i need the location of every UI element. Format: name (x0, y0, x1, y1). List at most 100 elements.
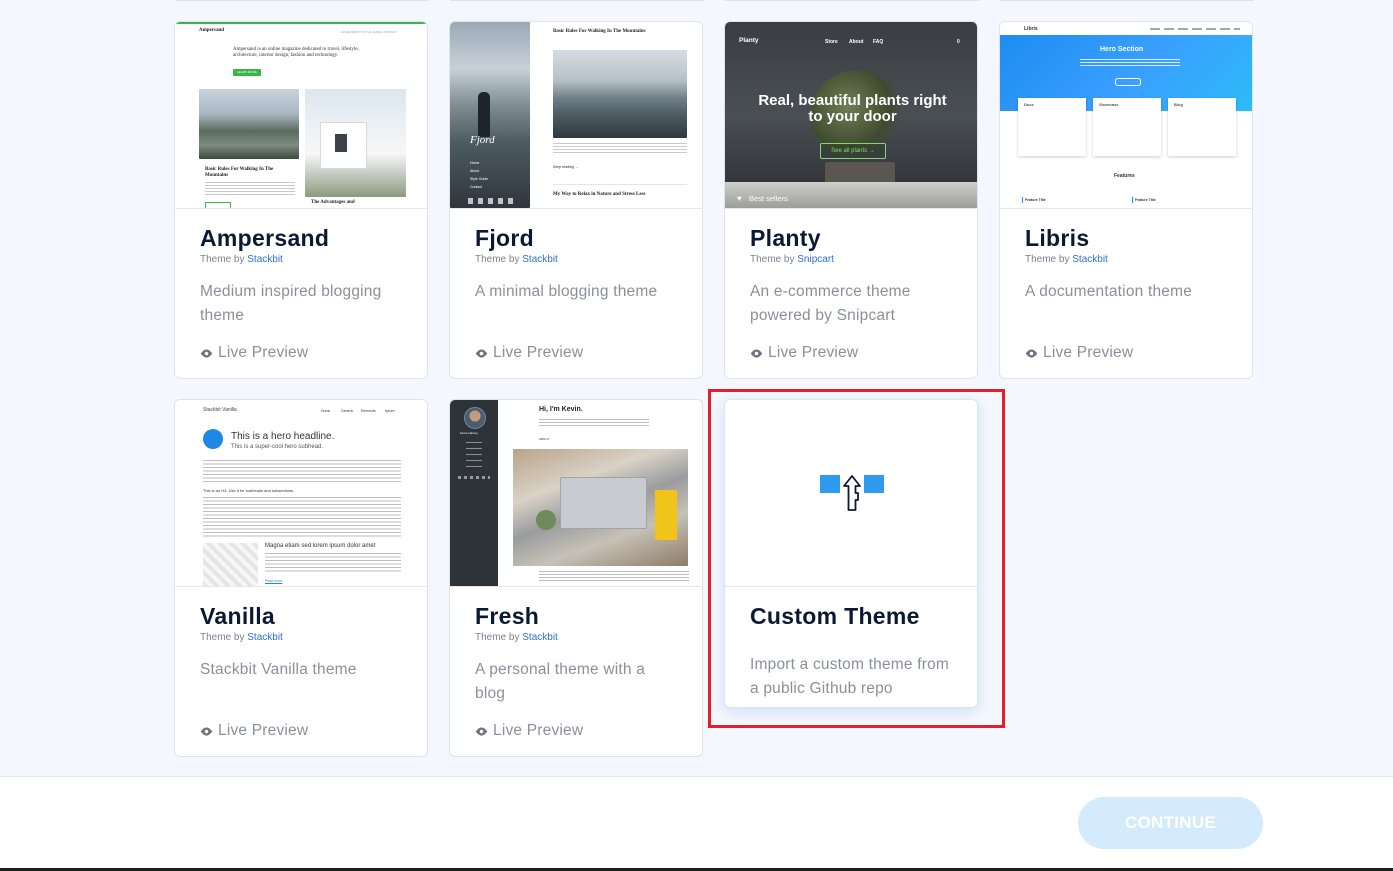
author-link[interactable]: Stackbit (522, 254, 558, 265)
live-preview-link[interactable]: Live Preview (1025, 344, 1133, 362)
theme-title: Libris (1025, 225, 1090, 251)
thumb-nav (1150, 28, 1240, 30)
eye-icon (200, 726, 213, 736)
thumb-plant (536, 510, 556, 530)
theme-card-fjord[interactable]: Fjord Home About Style Guide Contact Bas… (449, 21, 703, 379)
live-preview-label: Live Preview (493, 344, 584, 361)
thumb-nav-store: Store (825, 39, 838, 45)
live-preview-link[interactable]: Live Preview (750, 344, 858, 362)
thumb-post-title-2: My Way to Relax in Nature and Stress Les… (553, 192, 646, 197)
byline-prefix: Theme by (200, 254, 245, 265)
thumb-social-icons (468, 198, 516, 204)
author-link[interactable]: Stackbit (247, 254, 283, 265)
thumb-card-showcase: Showcase (1093, 98, 1161, 156)
live-preview-link[interactable]: Live Preview (200, 344, 308, 362)
thumb-feature-item-1: Feature Title (1022, 197, 1046, 203)
thumb-menu-2: About (470, 169, 480, 173)
live-preview-label: Live Preview (493, 722, 584, 739)
theme-card-ampersand[interactable]: Ampersand HOME ABOUT STYLE GUIDE CONTACT… (174, 21, 428, 379)
theme-thumbnail-fjord: Fjord Home About Style Guide Contact Bas… (450, 22, 702, 209)
thumb-feature-item-2: Feature Title (1132, 197, 1156, 203)
theme-byline: Theme by Stackbit (475, 632, 677, 643)
thumb-hero-title: Hero Section (1100, 46, 1144, 53)
thumb-post-text (265, 553, 401, 573)
eye-icon (200, 348, 213, 358)
theme-description: An e-commerce theme powered by Snipcart (750, 283, 911, 324)
thumb-brand: Fjord (470, 134, 495, 146)
thumb-body-text (203, 460, 401, 482)
live-preview-link[interactable]: Live Preview (475, 722, 583, 740)
thumb-avatar (464, 407, 486, 429)
card-top-edge (1000, 0, 1254, 1)
thumb-features-title: Features (1114, 173, 1135, 179)
live-preview-label: Live Preview (1043, 344, 1134, 361)
thumb-book (655, 490, 677, 540)
thumb-caption (539, 571, 689, 583)
thumb-cta-button: See all plants → (820, 143, 886, 159)
thumb-heart-icon: ♥ (737, 194, 742, 203)
author-link[interactable]: Stackbit (522, 632, 558, 643)
theme-byline: Theme by Snipcart (750, 254, 952, 265)
thumb-intro-text (539, 419, 649, 427)
theme-description: A personal theme with a blog (475, 661, 646, 702)
card-top-edge (725, 0, 979, 1)
thumb-post-excerpt (205, 182, 295, 196)
byline-prefix: Theme by (1025, 254, 1070, 265)
card-top-edge (450, 0, 704, 1)
thumb-read-more (205, 202, 231, 208)
thumb-post-title: Basic Rules For Walking In The Mountains (553, 29, 646, 34)
continue-button[interactable]: CONTINUE (1078, 797, 1263, 849)
theme-title: Vanilla (200, 603, 275, 629)
theme-thumbnail-vanilla: Stackbit Vanilla Home Generic Elements I… (175, 400, 427, 587)
eye-icon (1025, 348, 1038, 358)
byline-prefix: Theme by (200, 632, 245, 643)
author-link[interactable]: Stackbit (247, 632, 283, 643)
eye-icon (475, 726, 488, 736)
thumb-menu-4: Contact (470, 185, 483, 189)
author-link[interactable]: Snipcart (797, 254, 834, 265)
live-preview-label: Live Preview (218, 722, 309, 739)
theme-card-libris[interactable]: Libris Hero Section Docs Showcase Blog F… (999, 21, 1253, 379)
eye-icon (750, 348, 763, 358)
thumb-plant-pot (825, 162, 895, 184)
thumb-hero-icon (203, 429, 223, 449)
thumb-brand: Ampersand (199, 28, 225, 33)
theme-card-fresh[interactable]: Kevin Harvey Hi, I'm Kevin. ABOUT Fresh … (449, 399, 703, 757)
theme-thumbnail-libris: Libris Hero Section Docs Showcase Blog F… (1000, 22, 1252, 209)
thumb-nav-ipsum: Ipsum (385, 409, 395, 413)
theme-title: Fresh (475, 603, 540, 629)
thumb-nav-about: About (849, 39, 864, 45)
thumb-photo-cliff (199, 89, 299, 159)
thumb-sidebar-social (458, 476, 490, 479)
theme-description: A documentation theme (1025, 283, 1193, 300)
theme-card-custom[interactable]: Custom Theme Import a custom theme from … (724, 399, 978, 708)
thumb-hero-text: Real, beautiful plants right to your doo… (758, 92, 947, 125)
thumb-body-text-2 (203, 497, 401, 537)
thumb-post-title-2: The Advantages and (311, 200, 355, 205)
thumb-hero-headline: This is a hero headline. (231, 431, 335, 442)
import-cursor-icon (820, 475, 884, 511)
theme-thumbnail-ampersand: Ampersand HOME ABOUT STYLE GUIDE CONTACT… (175, 22, 427, 209)
thumb-sidebar-photo (450, 22, 530, 208)
author-link[interactable]: Stackbit (1072, 254, 1108, 265)
theme-card-vanilla[interactable]: Stackbit Vanilla Home Generic Elements I… (174, 399, 428, 757)
thumb-hero-button (1115, 78, 1141, 86)
theme-byline: Theme by Stackbit (200, 254, 402, 265)
thumb-laptop (560, 477, 647, 529)
live-preview-label: Live Preview (768, 344, 859, 361)
live-preview-link[interactable]: Live Preview (475, 344, 583, 362)
theme-title: Fjord (475, 225, 534, 251)
thumb-post-image (203, 543, 258, 586)
thumb-hello: Hi, I'm Kevin. (539, 406, 583, 413)
theme-description: Medium inspired blogging theme (200, 283, 382, 324)
theme-description: Stackbit Vanilla theme (200, 661, 357, 678)
thumb-nav: HOME ABOUT STYLE GUIDE CONTACT (341, 30, 397, 34)
thumb-person-name: Kevin Harvey (460, 431, 478, 435)
eye-icon (475, 348, 488, 358)
thumb-post-title: Basic Rules For Walking In The Mountains (205, 167, 274, 178)
thumb-card-title: Showcase (1099, 102, 1119, 107)
thumb-about-link: ABOUT (539, 437, 550, 441)
theme-card-planty[interactable]: Planty Store About FAQ 0 Real, beautiful… (724, 21, 978, 379)
thumb-menu-3: Style Guide (470, 177, 489, 181)
live-preview-link[interactable]: Live Preview (200, 722, 308, 740)
